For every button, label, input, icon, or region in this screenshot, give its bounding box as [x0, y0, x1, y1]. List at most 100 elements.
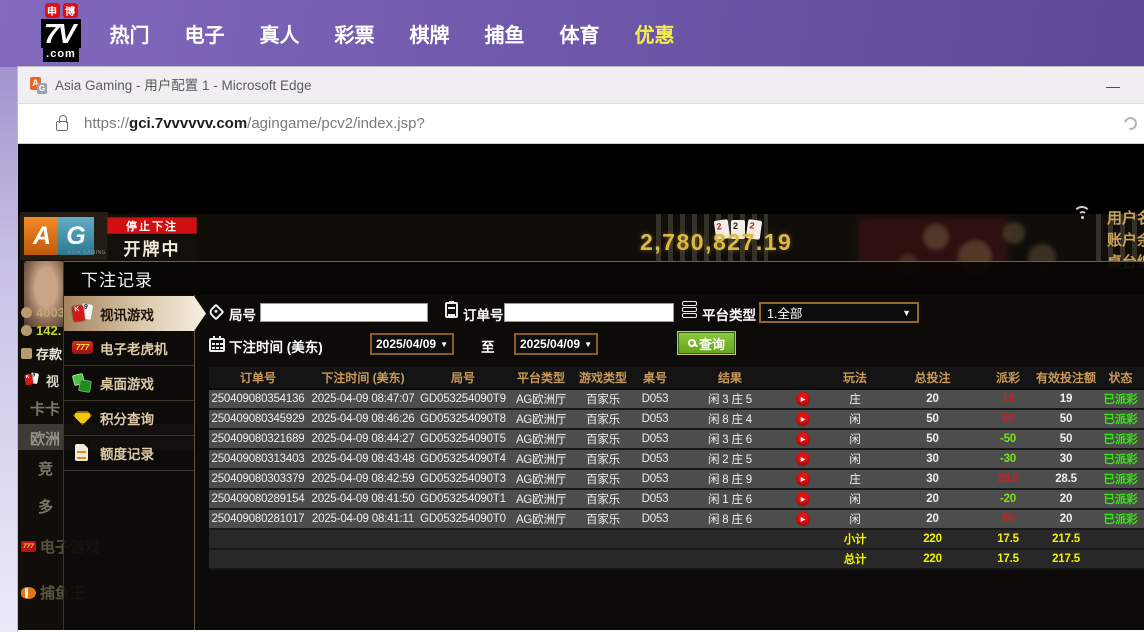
cell-replay: ▶	[781, 429, 825, 449]
bg-video-games-item[interactable]: 9K 视	[21, 370, 59, 390]
cell-result: 闲 2 庄 5	[679, 449, 781, 469]
cell-bet: 20	[885, 489, 980, 509]
bg-menu-duo[interactable]: 多	[38, 496, 53, 517]
cell-result: 闲 8 庄 9	[679, 469, 781, 489]
nav-item-cards[interactable]: 棋牌	[392, 0, 467, 67]
cell-play: 庄	[825, 389, 885, 409]
subtotal-valid: 217.5	[1036, 529, 1096, 549]
sidebar-item-video-games[interactable]: 9K 视讯游戏	[64, 296, 206, 331]
date-to-picker[interactable]: 2025/04/09 ▼	[514, 333, 598, 355]
nav-item-live[interactable]: 真人	[242, 0, 317, 67]
play-icon[interactable]: ▶	[796, 452, 810, 466]
date-from-picker[interactable]: 2025/04/09 ▼	[370, 333, 454, 355]
col-payout: 派彩	[980, 367, 1036, 389]
url-host: gci.7vvvvvv.com	[129, 115, 247, 132]
nav-item-slots[interactable]: 电子	[167, 0, 242, 67]
nav-item-sports[interactable]: 体育	[542, 0, 617, 67]
cell-play: 庄	[825, 469, 885, 489]
bg-menu-jing[interactable]: 竞	[38, 458, 53, 479]
cell-bet: 30	[885, 449, 980, 469]
cards-icon: 9K	[72, 304, 93, 324]
play-icon[interactable]: ▶	[796, 512, 810, 526]
platform-type-select[interactable]: 1.全部 ▼	[759, 302, 919, 323]
play-icon[interactable]: ▶	[796, 392, 810, 406]
bet-records-dialog: 下注记录 9K 视讯游戏 777 电子老虎机 桌面游戏	[63, 261, 1144, 630]
nav-item-lottery[interactable]: 彩票	[317, 0, 392, 67]
sidebar-item-slot-machines[interactable]: 777 电子老虎机	[64, 331, 194, 366]
cell-play: 闲	[825, 449, 885, 469]
table-header-row: 订单号 下注时间 (美东) 局号 平台类型 游戏类型 桌号 结果 玩法 总投注 …	[209, 367, 1144, 389]
chevron-down-icon: ▼	[902, 308, 911, 318]
cell-time: 2025-04-09 08:44:27	[307, 429, 419, 449]
play-icon[interactable]: ▶	[796, 492, 810, 506]
total-valid: 217.5	[1036, 549, 1096, 569]
table-row: 250409080354136 2025-04-09 08:47:07 GD05…	[209, 389, 1144, 409]
sidebar-item-points-query[interactable]: 积分查询	[64, 401, 194, 436]
cell-replay: ▶	[781, 449, 825, 469]
cell-bet: 50	[885, 429, 980, 449]
ag-caption: ASIA GAMING	[68, 250, 106, 256]
nav-item-promo[interactable]: 优惠	[617, 0, 692, 67]
bet-time-label: 下注时间 (美东)	[229, 336, 323, 356]
cell-table: D053	[631, 389, 679, 409]
col-status: 状态	[1096, 367, 1144, 389]
cell-status: 已派彩	[1096, 509, 1144, 529]
col-play: 玩法	[825, 367, 885, 389]
col-result: 结果	[679, 367, 781, 389]
address-bar[interactable]: https://gci.7vvvvvv.com/agingame/pcv2/in…	[84, 104, 425, 144]
nav-item-fishing[interactable]: 捕鱼	[467, 0, 542, 67]
subtotal-bet: 220	[885, 529, 980, 549]
cell-game: 百家乐	[575, 389, 631, 409]
cell-table: D053	[631, 489, 679, 509]
order-number-input[interactable]	[504, 303, 674, 322]
cell-replay: ▶	[781, 509, 825, 529]
subtotal-label: 小计	[825, 529, 885, 549]
logo-tile-2: 博	[63, 3, 78, 18]
site-logo[interactable]: 申 博 7V .com	[26, 3, 96, 62]
window-title: Asia Gaming - 用户配置 1 - Microsoft Edge	[55, 67, 312, 104]
total-payout: 17.5	[980, 549, 1036, 569]
slot-icon: 777	[72, 338, 93, 358]
deposit-button[interactable]: 存款	[21, 344, 62, 363]
table-games-icon	[72, 373, 93, 393]
ag-brand-logo: A G ASIA GAMING	[20, 212, 108, 260]
nav-item-hot[interactable]: 热门	[92, 0, 167, 67]
sidebar-item-quota-records[interactable]: 额度记录	[64, 436, 194, 471]
platform-icon	[682, 301, 697, 318]
chevron-down-icon: ▼	[440, 340, 448, 349]
site-nav-items: 热门 电子 真人 彩票 棋牌 捕鱼 体育 优惠	[92, 0, 692, 67]
cell-table: D053	[631, 509, 679, 529]
cell-payout: -20	[980, 489, 1036, 509]
logo-suffix: .com	[43, 48, 79, 62]
cell-bet: 30	[885, 469, 980, 489]
total-label: 总计	[825, 549, 885, 569]
cell-order: 250409080289154	[209, 489, 307, 509]
bg-menu-kaka[interactable]: 卡卡	[30, 398, 60, 419]
cell-time: 2025-04-09 08:47:07	[307, 389, 419, 409]
lock-icon[interactable]	[56, 121, 68, 131]
cell-payout: -30	[980, 449, 1036, 469]
cell-platform: AG欧洲厅	[507, 469, 575, 489]
round-number-input[interactable]	[260, 303, 428, 322]
refresh-icon[interactable]	[1121, 114, 1139, 132]
subtotal-row: 小计 220 17.5 217.5	[209, 529, 1144, 549]
bet-table-body: 250409080354136 2025-04-09 08:47:07 GD05…	[209, 389, 1144, 529]
play-icon[interactable]: ▶	[796, 412, 810, 426]
cell-status: 已派彩	[1096, 389, 1144, 409]
search-icon	[688, 339, 696, 347]
play-icon[interactable]: ▶	[796, 432, 810, 446]
cell-platform: AG欧洲厅	[507, 389, 575, 409]
bg-menu-europe[interactable]: 欧洲	[30, 428, 60, 449]
cell-valid: 20	[1036, 489, 1096, 509]
play-icon[interactable]: ▶	[796, 472, 810, 486]
cell-table: D053	[631, 429, 679, 449]
col-time: 下注时间 (美东)	[307, 367, 419, 389]
search-button[interactable]: 查询	[678, 332, 735, 354]
cell-order: 250409080281017	[209, 509, 307, 529]
fish-icon	[21, 587, 36, 599]
minimize-button[interactable]: —	[1100, 75, 1126, 97]
cell-replay: ▶	[781, 489, 825, 509]
sidebar-item-table-games[interactable]: 桌面游戏	[64, 366, 194, 401]
edge-titlebar: A G Asia Gaming - 用户配置 1 - Microsoft Edg…	[18, 67, 1144, 104]
cell-play: 闲	[825, 429, 885, 449]
